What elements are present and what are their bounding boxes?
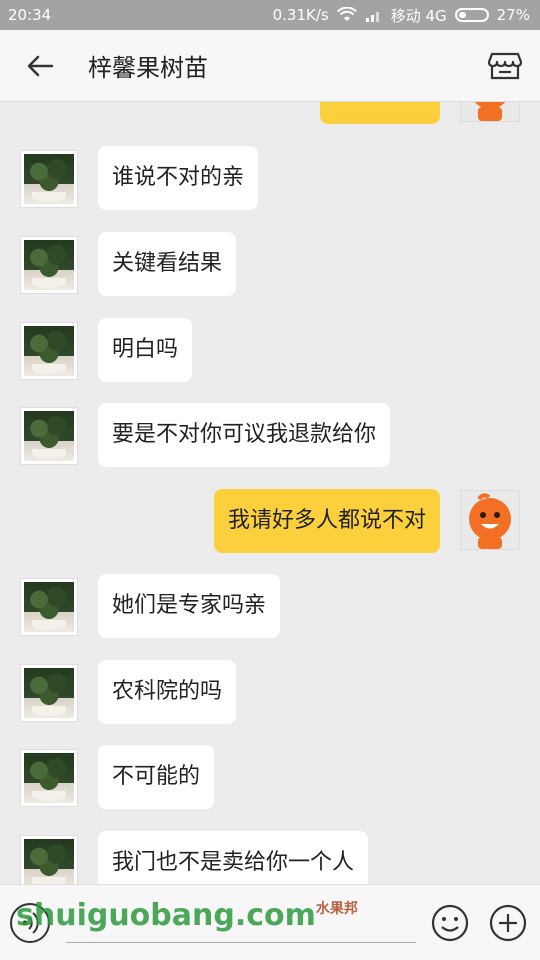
battery-percent: 27% (496, 6, 530, 24)
self-bubble[interactable]: 我请好多人都说不对 (213, 489, 440, 553)
seller-avatar[interactable] (20, 150, 78, 208)
plant-photo (24, 582, 74, 632)
arrow-left-icon (27, 55, 54, 76)
mascot-avatar-icon (469, 493, 511, 549)
signal-icon (365, 12, 379, 22)
seller-bubble[interactable]: 农科院的吗 (98, 660, 237, 724)
emoji-icon (431, 904, 469, 942)
plant-photo (24, 240, 74, 290)
plant-photo (24, 668, 74, 718)
plus-icon (489, 904, 527, 942)
seller-bubble[interactable]: 明白吗 (98, 318, 193, 382)
emoji-button[interactable] (430, 903, 470, 943)
status-time: 20:34 (8, 6, 52, 24)
self-bubble[interactable] (320, 102, 440, 124)
mascot-avatar-icon (474, 102, 506, 121)
seller-bubble[interactable]: 她们是专家吗亲 (98, 574, 281, 638)
seller-bubble[interactable]: 谁说不对的亲 (98, 146, 259, 210)
seller-bubble[interactable]: 要是不对你可议我退款给你 (98, 403, 391, 467)
chat-header: 梓馨果树苗 (0, 30, 540, 102)
page-title: 梓馨果树苗 (88, 54, 208, 82)
wifi-icon (336, 7, 357, 21)
more-button[interactable] (488, 903, 528, 943)
carrier-label: 移动 4G (390, 6, 447, 25)
shop-button[interactable] (470, 30, 540, 102)
plant-photo (24, 753, 74, 803)
watermark-text: shuiguobang.com (16, 898, 316, 933)
self-avatar[interactable] (460, 490, 520, 550)
seller-bubble[interactable]: 关键看结果 (98, 232, 237, 296)
seller-avatar[interactable] (20, 322, 78, 380)
battery-fill (458, 12, 466, 18)
seller-avatar[interactable] (20, 578, 78, 636)
plant-photo (24, 326, 74, 376)
network-speed: 0.31K/s (272, 6, 329, 24)
self-avatar[interactable] (460, 102, 520, 122)
seller-avatar[interactable] (20, 407, 78, 465)
seller-avatar[interactable] (20, 749, 78, 807)
message-list[interactable]: 谁说不对的亲 关键看结果 明白吗 要是不对你可议我退款给你 我请好多人都说不对 (0, 102, 540, 884)
seller-bubble[interactable]: 不可能的 (98, 745, 215, 809)
seller-avatar[interactable] (20, 664, 78, 722)
watermark: shuiguobang.com水果邦 (16, 898, 358, 933)
battery-icon (454, 8, 489, 22)
seller-avatar[interactable] (20, 236, 78, 294)
back-button[interactable] (0, 30, 80, 102)
seller-bubble[interactable]: 我门也不是卖给你一个人 (98, 831, 369, 884)
plant-photo (24, 839, 74, 884)
seller-avatar[interactable] (20, 835, 78, 884)
store-icon (488, 52, 522, 79)
status-bar: 20:34 0.31K/s 移动 4G 27% (0, 0, 540, 30)
plant-photo (24, 154, 74, 204)
status-right: 0.31K/s 移动 4G 27% (273, 5, 530, 26)
plant-photo (24, 411, 74, 461)
watermark-small-text: 水果邦 (315, 901, 358, 917)
